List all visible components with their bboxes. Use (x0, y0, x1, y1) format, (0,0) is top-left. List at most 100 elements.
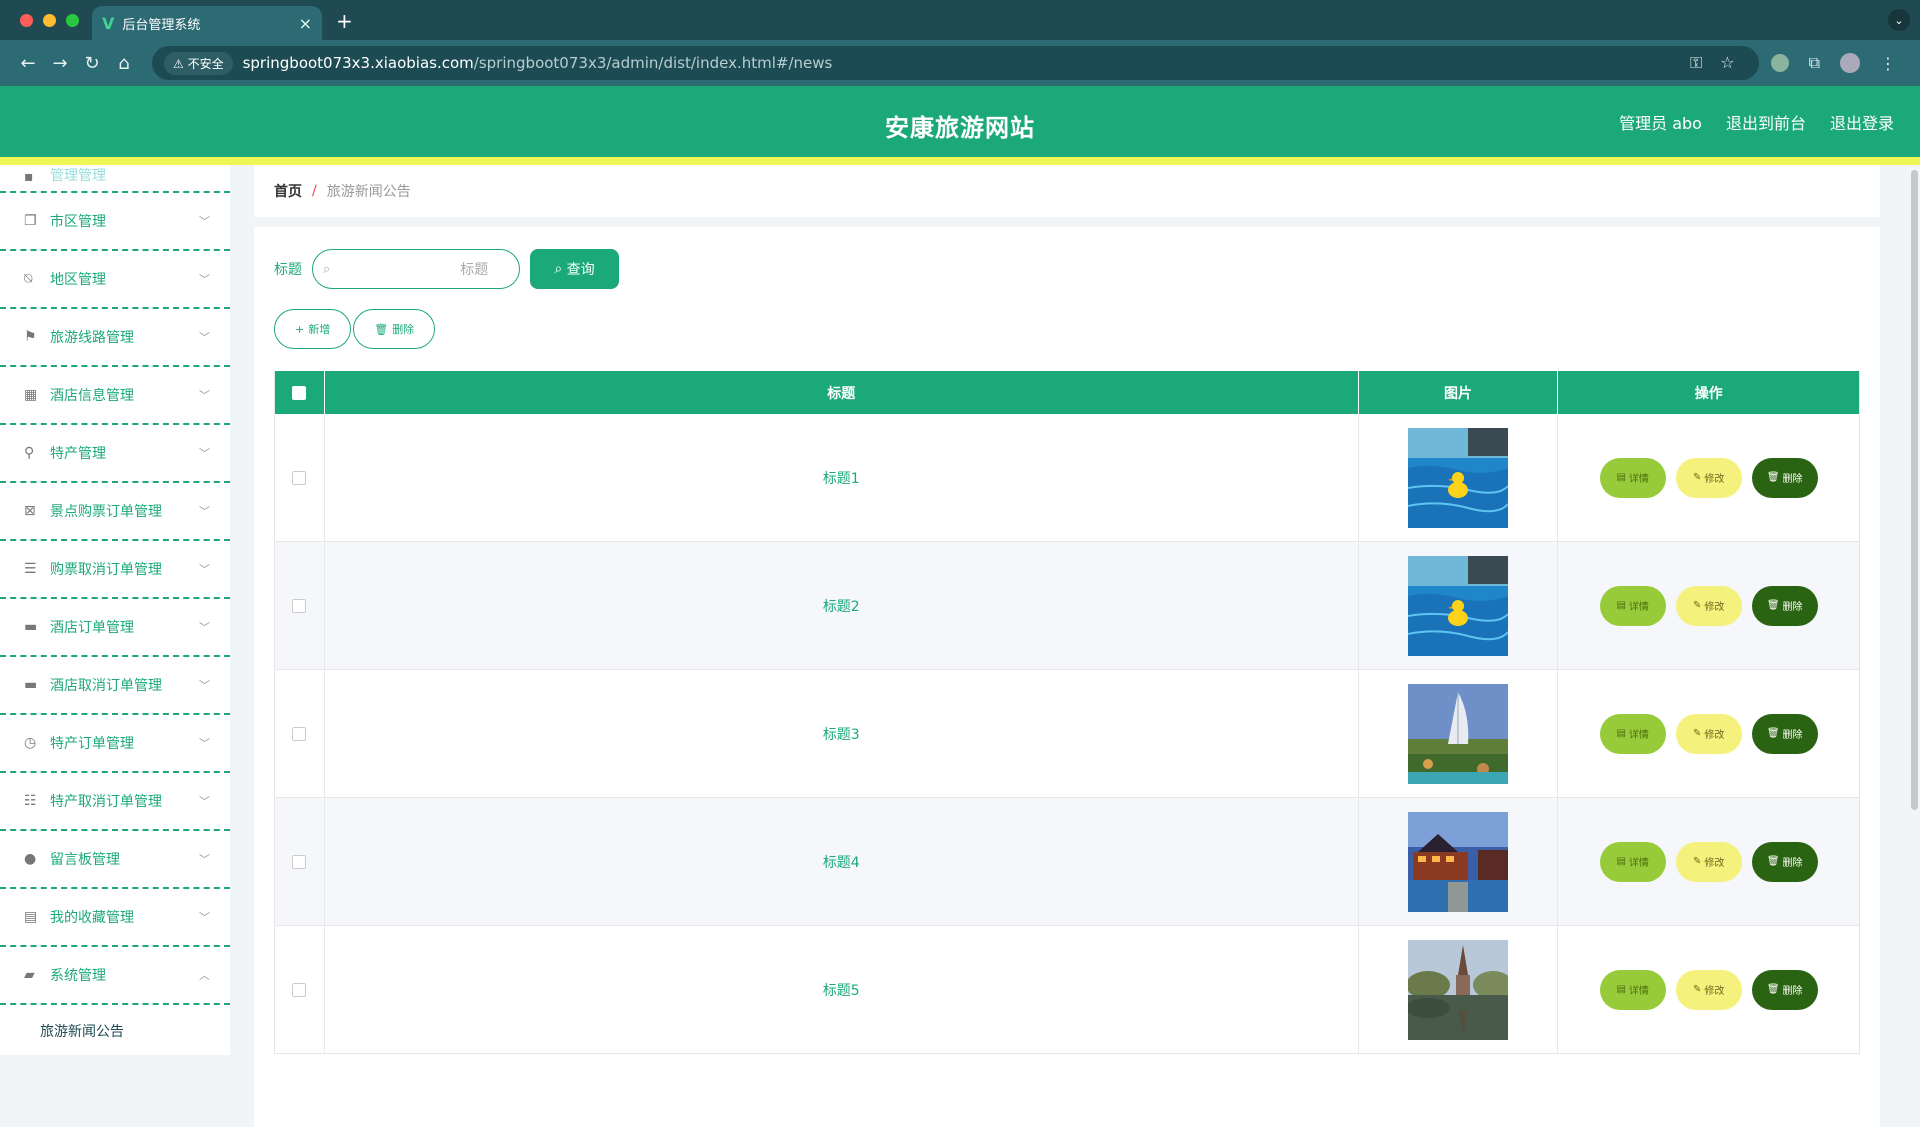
detail-button[interactable]: ▤ 详情 (1599, 841, 1666, 882)
puzzle-extensions-icon[interactable]: ⧉ (1809, 53, 1820, 73)
breadcrumb-home[interactable]: 首页 (274, 181, 302, 201)
sidebar-item-label: 特产取消订单管理 (50, 794, 162, 810)
maximize-window-button[interactable] (66, 13, 79, 27)
grid-icon: ▦ (24, 387, 38, 403)
sidebar-item-system[interactable]: ▰ 系统管理 ︿ (0, 947, 230, 1005)
detail-button[interactable]: ▤ 详情 (1599, 457, 1666, 498)
news-table: 标题 图片 操作 标题1 ▤ 详情 ✎ 修改 🗑 删除 标题2 ▤ 详情 ✎ 修… (274, 371, 1860, 1054)
sidebar-item-label: 管理管理 (50, 168, 106, 184)
header-select-all[interactable] (275, 371, 325, 414)
sidebar-item-hotel-info[interactable]: ▦ 酒店信息管理 ﹀ (0, 367, 230, 425)
sidebar-item-route[interactable]: ⚑ 旅游线路管理 ﹀ (0, 309, 230, 367)
sidebar-item-label: 市区管理 (50, 214, 106, 230)
sidebar-item-label: 留言板管理 (50, 852, 120, 868)
sidebar-item-partial[interactable]: ▪ 管理管理 (0, 165, 230, 193)
search-row: 标题 ⌕ ⌕ 查询 (274, 247, 1860, 291)
edit-button[interactable]: ✎ 修改 (1675, 969, 1742, 1010)
trash-icon: 🗑 (1766, 600, 1780, 611)
bookmark-star-icon[interactable]: ☆ (1720, 53, 1734, 73)
tab-close-icon[interactable]: × (299, 14, 312, 33)
search-input[interactable] (338, 261, 489, 277)
chevron-down-icon: ﹀ (199, 389, 210, 402)
chevron-down-icon: ﹀ (199, 447, 210, 460)
extension-icon[interactable] (1770, 54, 1789, 72)
chevron-down-icon: ﹀ (199, 215, 210, 228)
select-all-checkbox[interactable] (292, 385, 307, 400)
batch-delete-button[interactable]: 🗑 删除 (353, 309, 436, 349)
row-check-cell (275, 542, 325, 669)
delete-button[interactable]: 🗑 删除 (1751, 841, 1818, 882)
sidebar-item-specialty-orders[interactable]: ◷ 特产订单管理 ﹀ (0, 715, 230, 773)
trash-icon: 🗑 (374, 322, 389, 336)
trash-icon: 🗑 (1766, 856, 1780, 867)
back-icon[interactable]: ← (12, 53, 44, 74)
delete-button[interactable]: 🗑 删除 (1751, 713, 1818, 754)
profile-avatar[interactable] (1840, 53, 1860, 73)
url-bar[interactable]: ⚠ 不安全 springboot073x3.xiaobias.com/sprin… (152, 46, 1759, 80)
detail-button[interactable]: ▤ 详情 (1599, 713, 1666, 754)
minimize-window-button[interactable] (43, 13, 56, 27)
more-menu-icon[interactable]: ⋮ (1880, 54, 1896, 73)
edit-button[interactable]: ✎ 修改 (1675, 585, 1742, 626)
admin-user-label: 管理员 abo (1619, 114, 1702, 133)
detail-button[interactable]: ▤ 详情 (1599, 585, 1666, 626)
back-to-front-link[interactable]: 退出到前台 (1726, 110, 1806, 134)
delete-label: 删除 (1782, 730, 1803, 741)
sidebar-item-specialty-cancel[interactable]: ☷ 特产取消订单管理 ﹀ (0, 773, 230, 831)
edit-label: 修改 (1704, 602, 1725, 613)
ticket-icon: ▰ (24, 967, 35, 983)
tab-menu-chevron-icon[interactable]: ⌄ (1888, 9, 1910, 31)
sidebar-item-label: 地区管理 (50, 272, 106, 288)
delete-button[interactable]: 🗑 删除 (1751, 969, 1818, 1010)
pencil-icon: ✎ (1692, 856, 1702, 867)
logout-link[interactable]: 退出登录 (1830, 110, 1894, 134)
edit-button[interactable]: ✎ 修改 (1675, 841, 1742, 882)
sidebar-item-ticket-orders[interactable]: ⊠ 景点购票订单管理 ﹀ (0, 483, 230, 541)
sidebar-subitem-news[interactable]: 旅游新闻公告 (0, 1005, 230, 1055)
browser-tab[interactable]: V 后台管理系统 × (92, 6, 322, 40)
home-icon[interactable]: ⌂ (108, 53, 140, 74)
file-icon: ▤ (1616, 856, 1626, 867)
delete-label: 删除 (1782, 858, 1803, 869)
edit-button[interactable]: ✎ 修改 (1675, 713, 1742, 754)
trash-icon: 🗑 (1766, 984, 1780, 995)
row-checkbox[interactable] (292, 598, 307, 613)
new-tab-icon[interactable]: + (336, 9, 353, 33)
add-button-label: 新增 (308, 323, 331, 336)
night-water-town-image (1408, 811, 1508, 912)
sidebar-item-ticket-cancel[interactable]: ☰ 购票取消订单管理 ﹀ (0, 541, 230, 599)
delete-button[interactable]: 🗑 删除 (1751, 585, 1818, 626)
sidebar-item-specialty[interactable]: ⚲ 特产管理 ﹀ (0, 425, 230, 483)
row-checkbox[interactable] (292, 470, 307, 485)
sidebar-item-favorites[interactable]: ▤ 我的收藏管理 ﹀ (0, 889, 230, 947)
add-button[interactable]: + 新增 (274, 309, 352, 349)
sidebar-item-label: 酒店信息管理 (50, 388, 134, 404)
detail-button[interactable]: ▤ 详情 (1599, 969, 1666, 1010)
forward-icon[interactable]: → (44, 53, 76, 74)
row-image-cell (1359, 542, 1559, 669)
key-icon[interactable]: ⚿ (1690, 53, 1702, 73)
table-row: 标题1 ▤ 详情 ✎ 修改 🗑 删除 (275, 414, 1859, 542)
flag-icon: ⚑ (24, 329, 37, 345)
edit-label: 修改 (1704, 730, 1725, 741)
insecure-badge[interactable]: ⚠ 不安全 (164, 51, 233, 75)
search-box: ⌕ (312, 249, 520, 289)
close-window-button[interactable] (20, 13, 33, 27)
delete-button[interactable]: 🗑 删除 (1751, 457, 1818, 498)
row-checkbox[interactable] (292, 726, 307, 741)
sidebar-item-region[interactable]: ⍉ 地区管理 ﹀ (0, 251, 230, 309)
sidebar-item-messages[interactable]: ● 留言板管理 ﹀ (0, 831, 230, 889)
query-button-label: 查询 (566, 262, 595, 278)
query-button[interactable]: ⌕ 查询 (530, 249, 619, 289)
sidebar-item-hotel-orders[interactable]: ▬ 酒店订单管理 ﹀ (0, 599, 230, 657)
edit-button[interactable]: ✎ 修改 (1675, 457, 1742, 498)
page-scrollbar[interactable] (1911, 170, 1918, 810)
reload-icon[interactable]: ↻ (76, 53, 108, 74)
header-title: 标题 (325, 371, 1359, 414)
insecure-label: 不安全 (187, 56, 224, 71)
microphone-icon: ⚲ (24, 445, 35, 461)
sidebar-item-hotel-cancel[interactable]: ▬ 酒店取消订单管理 ﹀ (0, 657, 230, 715)
row-checkbox[interactable] (292, 854, 307, 869)
sidebar-item-city[interactable]: ❐ 市区管理 ﹀ (0, 193, 230, 251)
row-checkbox[interactable] (292, 982, 307, 997)
